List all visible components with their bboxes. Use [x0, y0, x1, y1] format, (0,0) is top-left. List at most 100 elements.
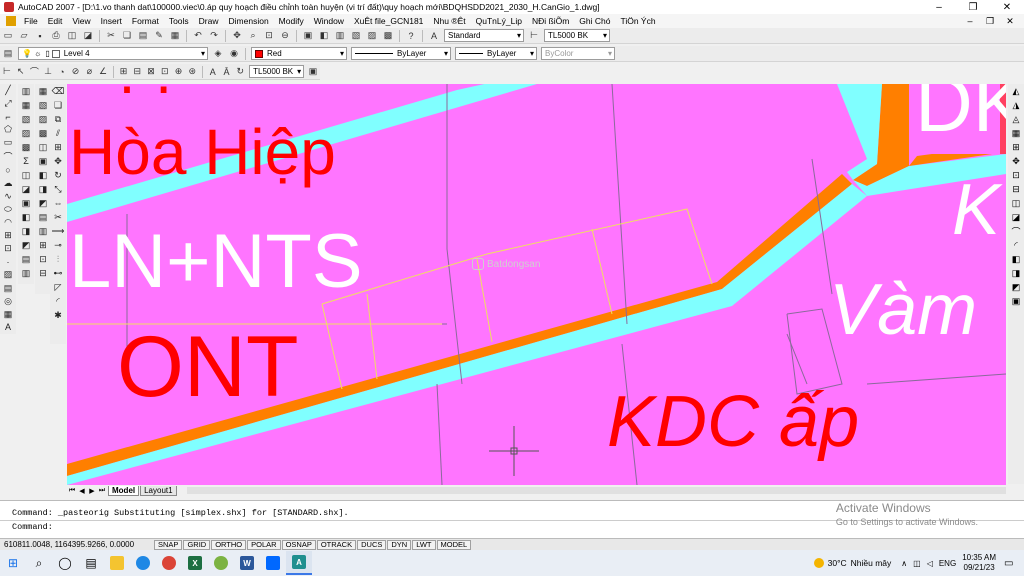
tool-palettes-icon[interactable]: ▥ [334, 30, 346, 42]
close-button[interactable]: ✕ [990, 0, 1024, 14]
layer-select[interactable]: 💡 ☼ ▯ Level 4 [18, 47, 208, 60]
tray-chevron-icon[interactable]: ∧ [901, 559, 907, 568]
tool-b7-icon[interactable]: ◧ [37, 169, 49, 181]
tab-first-button[interactable]: ⏮ [67, 487, 77, 495]
arc-length-icon[interactable]: ⌒ [29, 66, 39, 78]
sum-icon[interactable]: Σ [20, 155, 32, 167]
construction-line-icon[interactable]: ⤢ [2, 98, 14, 109]
dyn-toggle[interactable]: DYN [387, 539, 412, 550]
linetype-select[interactable]: ByLayer [351, 47, 451, 60]
tool-b13-icon[interactable]: ⊡ [37, 253, 49, 265]
line-icon[interactable]: ╱ [2, 85, 14, 96]
copy-object-icon[interactable]: ❏ [52, 99, 64, 111]
move-icon[interactable]: ✥ [52, 155, 64, 167]
ordinate-icon[interactable]: ⊥ [43, 66, 53, 78]
extend-icon[interactable]: ⟶ [52, 225, 65, 237]
offset-icon[interactable]: ⫽ [52, 127, 64, 139]
insert-block-icon[interactable]: ⊞ [2, 230, 14, 241]
tool-a2-icon[interactable]: ▦ [20, 99, 32, 111]
menu-quan-ly[interactable]: QuTnLý_Lip [471, 16, 527, 26]
text-style-select[interactable]: Standard [444, 29, 524, 42]
model-toggle[interactable]: MODEL [436, 539, 472, 550]
menu-edit[interactable]: Edit [43, 16, 68, 26]
windows-start-icon[interactable]: ⊞ [0, 551, 26, 575]
weather-widget[interactable]: 30°C Nhiều mây [813, 558, 891, 568]
tab-layout1[interactable]: Layout1 [140, 485, 177, 496]
break-point-icon[interactable]: ⊸ [52, 239, 64, 251]
radius-icon[interactable]: ◔ [57, 66, 67, 78]
menu-dimension[interactable]: Dimension [224, 16, 274, 26]
fillet-icon[interactable]: ◜ [52, 295, 64, 307]
arc-icon[interactable]: ⌒ [2, 151, 14, 163]
notification-icon[interactable]: ▭ [1004, 558, 1018, 569]
tool-r16-icon[interactable]: ▣ [1010, 295, 1022, 307]
help-icon[interactable]: ? [405, 30, 417, 42]
dim-style-select-2[interactable]: TL5000 BK [249, 65, 305, 78]
gradient-icon[interactable]: ▤ [2, 283, 14, 294]
polyline-icon[interactable]: ⌐ [2, 111, 14, 122]
center-mark-icon[interactable]: ⊛ [187, 66, 197, 78]
tool-a5-icon[interactable]: ▩ [20, 141, 32, 153]
autocad-taskbar-icon[interactable]: A [286, 551, 312, 575]
chamfer-icon[interactable]: ◸ [52, 281, 64, 293]
trim-icon[interactable]: ✂ [52, 211, 64, 223]
sheet-set-icon[interactable]: ▧ [350, 30, 362, 42]
tool-a10-icon[interactable]: ◧ [20, 211, 32, 223]
tool-r2-icon[interactable]: ◮ [1010, 99, 1022, 111]
design-center-icon[interactable]: ◧ [318, 30, 330, 42]
menu-tools[interactable]: Tools [164, 16, 194, 26]
clock[interactable]: 10:35 AM 09/21/23 [962, 553, 996, 573]
paste-icon[interactable]: ▤ [137, 30, 149, 42]
tool-a3-icon[interactable]: ▧ [20, 113, 32, 125]
tool-r14-icon[interactable]: ◨ [1010, 267, 1022, 279]
ortho-toggle[interactable]: ORTHO [211, 539, 247, 550]
grid-toggle[interactable]: GRID [183, 539, 211, 550]
snap-toggle[interactable]: SNAP [154, 539, 183, 550]
redo-icon[interactable]: ↷ [208, 30, 220, 42]
search-icon[interactable]: ⌕ [26, 551, 52, 575]
dim-style-select[interactable]: TL5000 BK [544, 29, 610, 42]
pan-icon[interactable]: ✥ [231, 30, 243, 42]
tool-b8-icon[interactable]: ◨ [37, 183, 49, 195]
spline-icon[interactable]: ∿ [2, 191, 14, 202]
tool-a13-icon[interactable]: ▤ [20, 253, 32, 265]
tool-a9-icon[interactable]: ▣ [20, 197, 32, 209]
preview-icon[interactable]: ◫ [66, 30, 78, 42]
menu-view[interactable]: View [67, 16, 95, 26]
tool-a11-icon[interactable]: ◨ [20, 225, 32, 237]
tool-a14-icon[interactable]: ▥ [20, 267, 32, 279]
zoom-realtime-icon[interactable]: ⌕ [247, 30, 259, 42]
save-icon[interactable]: ▪ [34, 30, 46, 42]
rectangle-icon[interactable]: ▭ [2, 137, 14, 148]
doc-minimize-button[interactable]: – [960, 16, 980, 27]
stretch-icon[interactable]: ⇔ [52, 197, 64, 209]
explode-icon[interactable]: ✱ [52, 309, 64, 321]
lineweight-select[interactable]: ByLayer [455, 47, 537, 60]
region-icon[interactable]: ◎ [2, 296, 14, 307]
horizontal-scrollbar[interactable] [187, 487, 1006, 494]
tool-r7-icon[interactable]: ⊡ [1010, 169, 1022, 181]
word-icon[interactable]: W [234, 551, 260, 575]
doc-restore-button[interactable]: ❐ [980, 16, 1000, 27]
color-select[interactable]: Red [251, 47, 347, 60]
volume-icon[interactable]: ◁ [927, 559, 933, 568]
tool-r12-icon[interactable]: ◜ [1010, 239, 1022, 251]
rotate-icon[interactable]: ↻ [52, 169, 64, 181]
properties-icon[interactable]: ▣ [302, 30, 314, 42]
tool-r15-icon[interactable]: ◩ [1010, 281, 1022, 293]
tolerance-icon[interactable]: ⊕ [174, 66, 184, 78]
tab-next-button[interactable]: ▶ [87, 487, 97, 495]
tool-r9-icon[interactable]: ◫ [1010, 197, 1022, 209]
menu-noi-diem[interactable]: NÐi ßiÕm [527, 16, 574, 26]
erase-icon[interactable]: ⌫ [52, 85, 65, 97]
tool-b10-icon[interactable]: ▤ [37, 211, 49, 223]
zalo-icon[interactable] [260, 551, 286, 575]
match-properties-icon[interactable]: ✎ [153, 30, 165, 42]
undo-icon[interactable]: ↶ [192, 30, 204, 42]
tool-r1-icon[interactable]: ◭ [1010, 85, 1022, 97]
tool-b1-icon[interactable]: ▦ [37, 85, 49, 97]
tool-b2-icon[interactable]: ▧ [37, 99, 49, 111]
document-icon[interactable] [6, 16, 16, 26]
make-block-icon[interactable]: ⊡ [2, 243, 14, 254]
tool-b4-icon[interactable]: ▩ [37, 127, 49, 139]
